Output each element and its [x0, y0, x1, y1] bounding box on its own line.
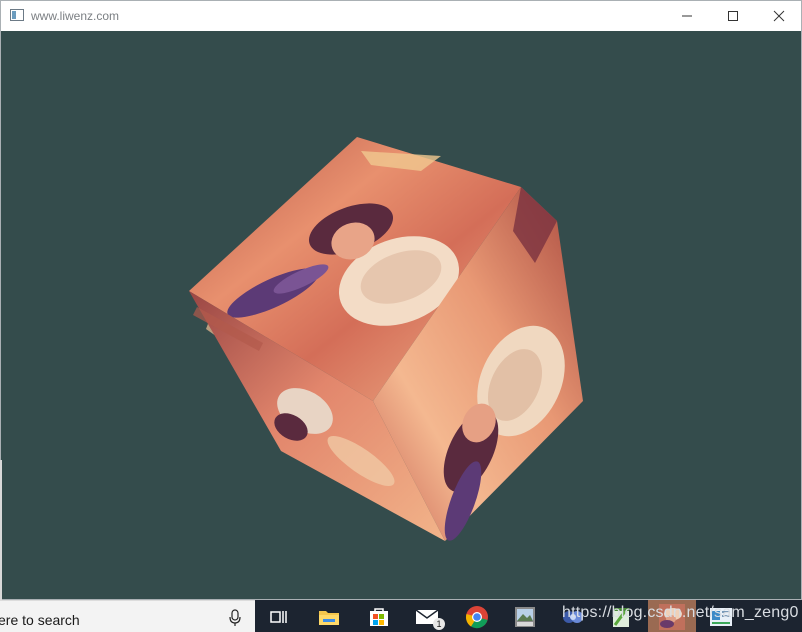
- task-view-button[interactable]: [266, 604, 292, 630]
- photos-button[interactable]: [512, 604, 538, 630]
- mail-unread-badge: 1: [433, 618, 445, 630]
- title-bar[interactable]: www.liwenz.com: [1, 1, 801, 31]
- minimize-button[interactable]: [664, 1, 710, 31]
- taskbar-search-box[interactable]: ere to search: [0, 600, 255, 632]
- minimize-icon: [682, 15, 692, 17]
- store-button[interactable]: [366, 604, 392, 630]
- watermark-text: https://blog.csdn.net/sam_zeng0: [562, 604, 799, 621]
- background-edge: [0, 460, 2, 600]
- close-icon: [773, 10, 785, 22]
- microphone-icon[interactable]: [228, 609, 242, 627]
- window-title: www.liwenz.com: [31, 9, 120, 23]
- maximize-button[interactable]: [710, 1, 756, 31]
- maximize-icon: [728, 11, 738, 21]
- window-app-icon: [10, 9, 24, 21]
- chrome-icon: [465, 606, 488, 629]
- file-explorer-button[interactable]: [316, 604, 342, 630]
- store-icon: [370, 608, 388, 626]
- gl-viewport[interactable]: [1, 31, 801, 599]
- close-button[interactable]: [756, 1, 802, 31]
- photos-icon: [515, 607, 535, 627]
- textured-cube: [189, 137, 583, 541]
- task-view-icon: [270, 611, 287, 623]
- chrome-button[interactable]: [464, 604, 490, 630]
- app-window: www.liwenz.com: [0, 0, 802, 600]
- search-placeholder: ere to search: [0, 612, 80, 628]
- folder-icon: [319, 611, 339, 625]
